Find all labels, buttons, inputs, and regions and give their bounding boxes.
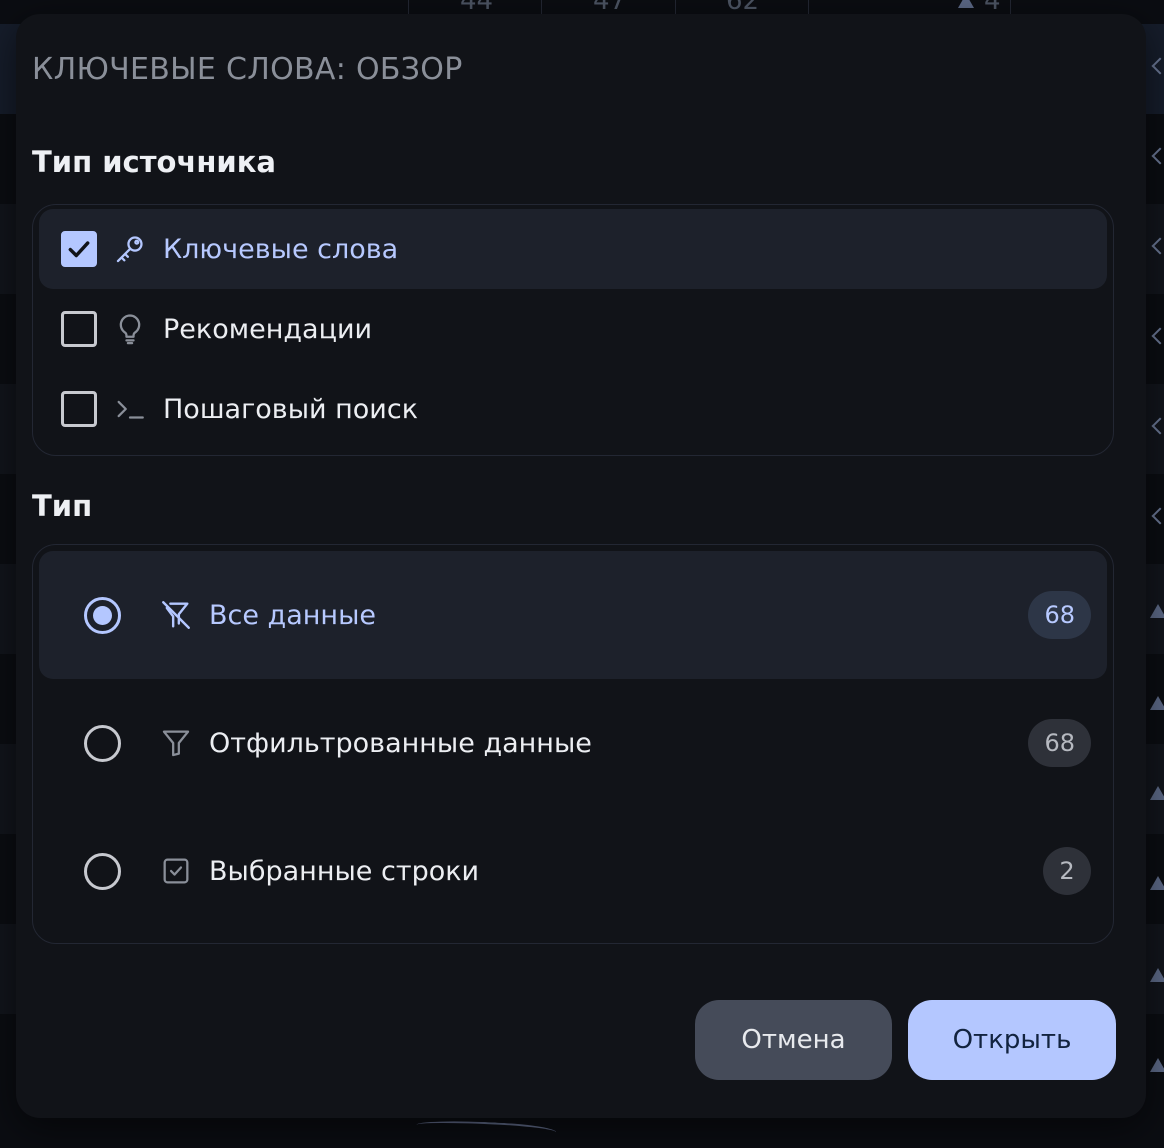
lightbulb-icon <box>113 312 147 346</box>
type-option-label: Отфильтрованные данные <box>209 727 592 759</box>
trend-up-icon <box>1150 876 1164 890</box>
sparkline <box>415 1118 557 1148</box>
type-option-selected-rows[interactable]: Выбранные строки 2 <box>39 807 1107 935</box>
type-option-all-data[interactable]: Все данные 68 <box>39 551 1107 679</box>
filter-off-icon <box>159 598 193 632</box>
type-option-label: Все данные <box>209 599 377 631</box>
checkmark-icon <box>68 241 90 258</box>
trend-up-icon <box>1150 968 1164 982</box>
type-option-label: Выбранные строки <box>209 855 480 887</box>
filter-icon <box>159 726 193 760</box>
type-option-filtered-data[interactable]: Отфильтрованные данные 68 <box>39 679 1107 807</box>
source-option-label: Ключевые слова <box>163 233 399 265</box>
source-option-recommendations[interactable]: Рекомендации <box>39 289 1107 369</box>
open-button[interactable]: Открыть <box>908 1000 1116 1080</box>
source-type-heading: Тип источника <box>32 145 276 179</box>
source-option-step-search[interactable]: Пошаговый поиск <box>39 369 1107 449</box>
trend-up-icon <box>1150 696 1164 710</box>
checkbox-unchecked[interactable] <box>61 391 97 427</box>
trend-up-icon <box>958 0 974 8</box>
type-group: Все данные 68 Отфильтрованные данные 68 … <box>32 544 1114 944</box>
source-option-label: Пошаговый поиск <box>163 393 419 425</box>
radio-selected[interactable] <box>84 596 121 634</box>
count-badge: 68 <box>1028 719 1091 767</box>
dialog-title: Ключевые слова: обзор <box>32 52 463 87</box>
checkbox-unchecked[interactable] <box>61 311 97 347</box>
source-option-label: Рекомендации <box>163 313 373 345</box>
trend-up-icon <box>1150 786 1164 800</box>
column-divider <box>541 0 542 14</box>
column-divider <box>675 0 676 14</box>
column-divider <box>1010 0 1011 14</box>
column-divider <box>808 0 809 14</box>
trend-up-icon <box>1150 604 1164 618</box>
source-option-keywords[interactable]: Ключевые слова <box>39 209 1107 289</box>
key-icon <box>113 232 147 266</box>
checkbox-checked[interactable] <box>61 231 97 267</box>
checkbox-icon <box>159 854 193 888</box>
terminal-icon <box>113 392 147 426</box>
radio-unselected[interactable] <box>84 724 121 762</box>
count-badge: 2 <box>1043 847 1091 895</box>
export-dialog: Ключевые слова: обзор Тип источника Ключ… <box>16 14 1146 1118</box>
trend-up-icon <box>1150 1058 1164 1072</box>
source-type-group: Ключевые слова Рекомендации Пошаговый по… <box>32 204 1114 456</box>
type-heading: Тип <box>32 489 93 523</box>
count-badge: 68 <box>1028 591 1091 639</box>
column-divider <box>408 0 409 14</box>
radio-unselected[interactable] <box>84 852 121 890</box>
cancel-button[interactable]: Отмена <box>695 1000 892 1080</box>
